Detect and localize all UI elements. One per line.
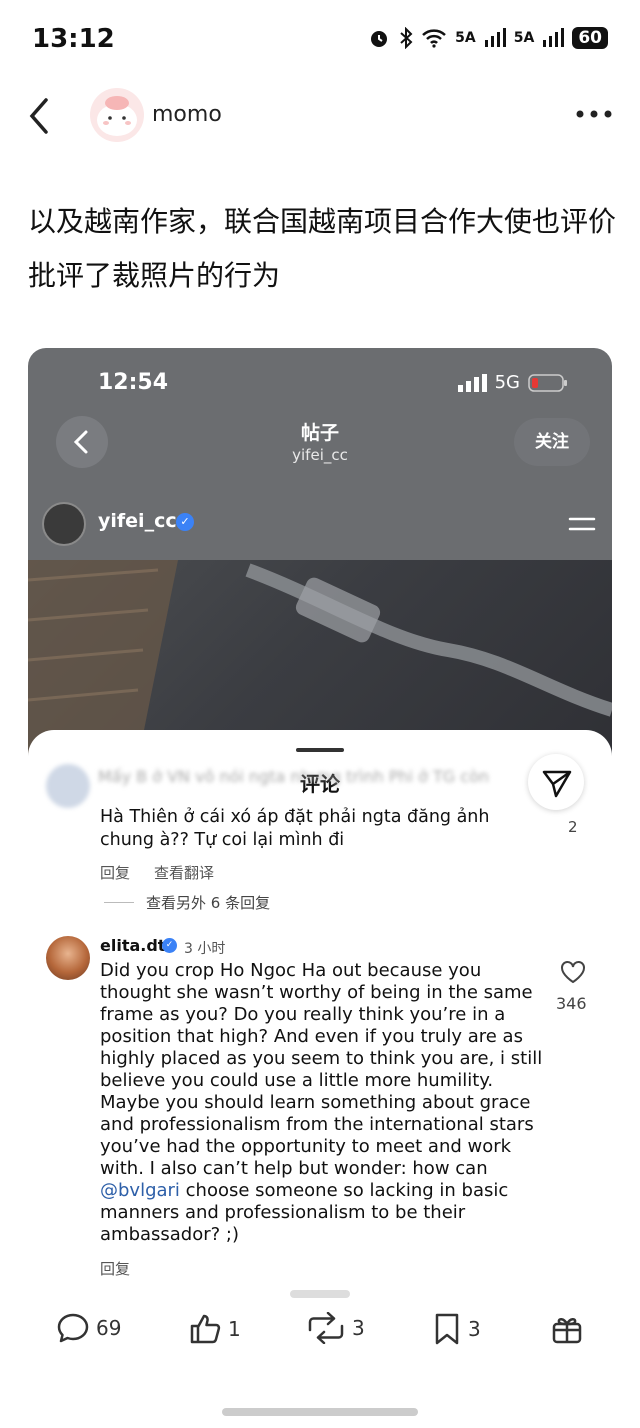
chevron-left-icon <box>29 98 48 134</box>
screenshot-status-time: 12:54 <box>98 370 169 395</box>
save-button[interactable]: 3 <box>432 1312 481 1346</box>
bottom-action-bar: 69 1 3 3 <box>0 1300 640 1360</box>
comment-reply-button: 回复 <box>100 1260 131 1278</box>
comment-text: Hà Thiên ở cái xó áp đặt phải ngta đăng … <box>100 807 490 850</box>
repost-button[interactable]: 3 <box>306 1312 365 1344</box>
bookmark-icon <box>435 1313 459 1345</box>
comment-username: elita.dt <box>100 936 166 955</box>
send-icon <box>542 770 572 798</box>
wifi-icon <box>421 28 447 48</box>
view-more-replies-label: 查看另外 6 条回复 <box>146 894 271 912</box>
comment-like-count: 2 <box>568 818 578 836</box>
comment-timestamp: 3 小时 <box>184 941 226 957</box>
repost-icon <box>308 1312 344 1344</box>
signal-2-icon <box>542 28 565 48</box>
battery-indicator: 60 <box>572 27 608 49</box>
share-button <box>528 754 584 810</box>
like-count: 1 <box>228 1317 241 1341</box>
network-label: 5G <box>494 372 520 393</box>
bluetooth-icon <box>399 27 413 49</box>
heart-icon <box>560 960 586 984</box>
comment-button[interactable]: 69 <box>56 1312 121 1344</box>
embedded-screenshot[interactable]: 12:54 5G 帖子 yifei_cc 关注 yifei_cc ✓ 评论 Mấ… <box>28 348 612 1280</box>
comment-count: 69 <box>96 1316 122 1340</box>
signal-icon <box>457 373 487 392</box>
more-options-button[interactable] <box>574 102 614 126</box>
comment-icon <box>57 1313 89 1343</box>
post-text: 以及越南作家，联合国越南项目合作大使也评价批评了裁照片的行为 <box>28 205 617 292</box>
repost-count: 3 <box>352 1316 365 1340</box>
comment-blurred-text: Mấy B ở VN vô nói ngta nhưng trình Phi ở… <box>98 767 490 786</box>
comments-sheet: 评论 Mấy B ở VN vô nói ngta nhưng trình Ph… <box>28 730 612 1280</box>
author-avatar[interactable] <box>90 88 144 142</box>
signal-2-label: 5A <box>513 30 535 46</box>
author-name[interactable]: momo <box>152 102 222 127</box>
save-count: 3 <box>468 1317 481 1341</box>
comment-text: Did you crop Ho Ngoc Ha out because you … <box>100 960 550 1246</box>
sheet-handle <box>296 748 344 752</box>
like-button[interactable]: 1 <box>188 1312 241 1346</box>
alarm-icon <box>367 26 391 50</box>
menu-icon <box>568 516 596 532</box>
system-nav-indicator[interactable] <box>222 1408 418 1416</box>
scroll-indicator <box>290 1290 350 1298</box>
signal-1-icon <box>484 28 506 48</box>
comment-translate-button: 查看翻译 <box>154 864 215 882</box>
post-header: momo <box>0 80 640 152</box>
gift-icon <box>552 1318 582 1344</box>
more-dots-icon <box>576 110 612 118</box>
verified-badge-icon: ✓ <box>162 938 177 953</box>
comment-avatar <box>46 764 90 808</box>
signal-1-label: 5A <box>455 30 476 46</box>
view-more-replies: 查看另外 6 条回复 <box>104 892 270 913</box>
screenshot-user-avatar <box>42 502 86 546</box>
comment-text-part: Did you crop Ho Ngoc Ha out because you … <box>100 960 543 1179</box>
divider-line <box>104 902 134 903</box>
battery-icon <box>528 373 567 392</box>
screenshot-username: yifei_cc <box>98 510 177 532</box>
mention-link: @bvlgari <box>100 1180 180 1201</box>
comment-reply-button: 回复 <box>100 864 131 882</box>
status-bar: 13:12 5A 5A 60 <box>0 0 640 80</box>
verified-badge-icon: ✓ <box>176 513 194 531</box>
status-icons: 5A 5A 60 <box>367 26 608 50</box>
comment-like-count: 346 <box>556 994 587 1013</box>
screenshot-follow-button: 关注 <box>514 418 590 466</box>
screenshot-header: 12:54 5G 帖子 yifei_cc 关注 yifei_cc ✓ <box>28 348 612 560</box>
thumbs-up-icon <box>190 1314 221 1344</box>
screenshot-status-icons: 5G <box>457 372 568 393</box>
gift-button[interactable] <box>550 1312 584 1346</box>
back-button[interactable] <box>22 94 62 138</box>
status-time: 13:12 <box>32 24 115 54</box>
comment-avatar <box>46 936 90 980</box>
